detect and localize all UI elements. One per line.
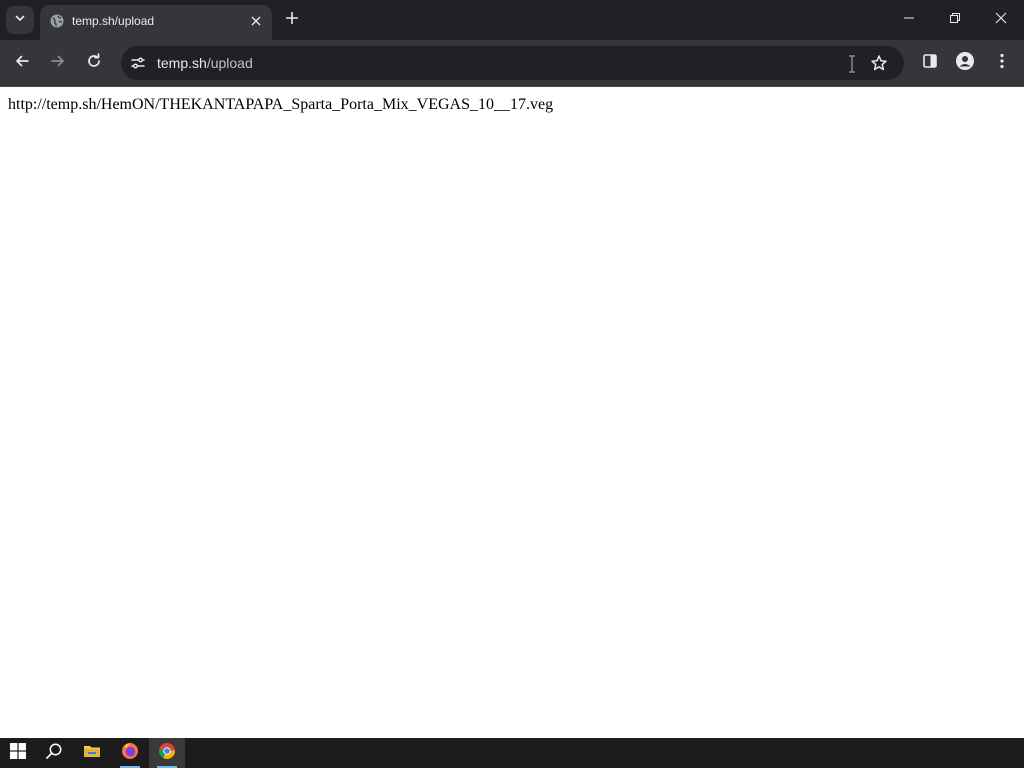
kebab-menu-icon [1000,53,1004,74]
tune-icon[interactable] [129,54,147,72]
browser-toolbar: temp.sh/upload [0,40,1024,87]
text-cursor-icon [847,55,857,73]
profile-button[interactable] [952,50,978,76]
taskbar-search-button[interactable] [36,738,72,768]
search-icon [45,742,63,765]
address-host: temp.sh [157,55,207,71]
new-tab-button[interactable] [282,10,302,30]
plus-icon [285,11,299,30]
taskbar [0,738,1024,768]
star-icon[interactable] [869,53,889,73]
tab-title: temp.sh/upload [72,14,155,28]
folder-icon [83,743,101,764]
forward-button[interactable] [45,50,71,76]
windows-logo-icon [10,742,26,764]
arrow-right-icon [50,53,66,74]
upload-result-url: http://temp.sh/HemON/THEKANTAPAPA_Sparta… [8,96,554,113]
tab-strip: temp.sh/upload [0,0,1024,40]
close-icon[interactable] [248,13,264,29]
globe-icon [49,13,65,29]
reload-button[interactable] [81,50,107,76]
address-url: temp.sh/upload [157,55,253,71]
taskbar-firefox[interactable] [112,738,148,768]
restore-button[interactable] [932,0,978,40]
page-content: http://temp.sh/HemON/THEKANTAPAPA_Sparta… [0,88,1024,738]
taskbar-file-explorer[interactable] [74,738,110,768]
back-button[interactable] [9,50,35,76]
restore-icon [949,11,961,29]
tab-search-button[interactable] [6,6,34,34]
close-window-button[interactable] [978,0,1024,40]
address-bar[interactable]: temp.sh/upload [121,46,904,80]
arrow-left-icon [14,53,30,74]
start-button[interactable] [0,738,36,768]
taskbar-chrome[interactable] [149,738,185,768]
tab-active[interactable]: temp.sh/upload [40,5,272,40]
chevron-down-icon [14,11,26,29]
address-path: /upload [206,55,253,71]
side-panel-button[interactable] [917,50,943,76]
minimize-button[interactable] [886,0,932,40]
minimize-icon [903,11,915,29]
side-panel-icon [922,53,938,74]
chrome-menu-button[interactable] [989,50,1015,76]
chrome-icon [158,742,176,765]
profile-icon [955,51,975,76]
firefox-icon [121,742,139,765]
reload-icon [86,52,102,74]
close-icon [995,11,1007,29]
